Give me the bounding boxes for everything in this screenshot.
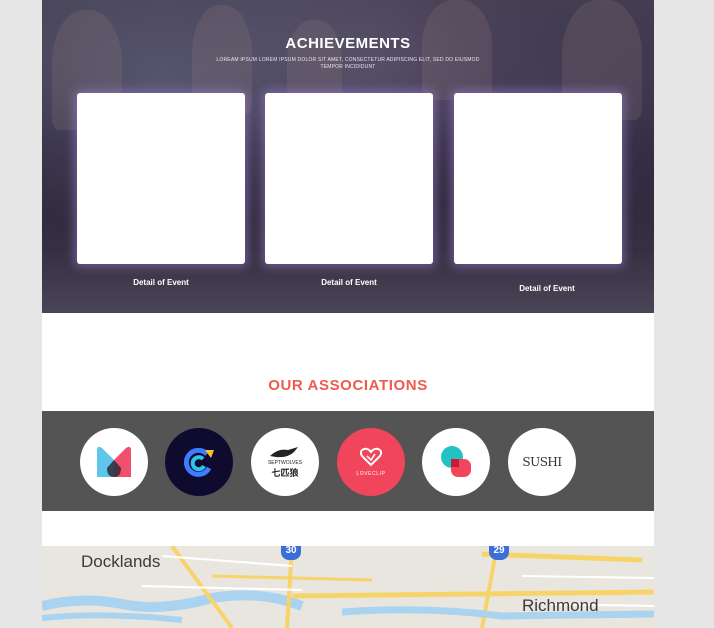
m-logo-icon xyxy=(97,446,131,477)
event-card-label[interactable]: Detail of Event xyxy=(463,284,631,293)
page: ACHIEVEMENTS LOREAM IPSUM LOREM IPSUM DO… xyxy=(42,0,654,628)
b-logo-icon xyxy=(441,446,471,477)
associations-title: OUR ASSOCIATIONS xyxy=(268,377,428,394)
c-swirl-logo[interactable] xyxy=(165,428,233,496)
event-card-label[interactable]: Detail of Event xyxy=(265,278,433,287)
b-logo[interactable] xyxy=(422,428,490,496)
route-shield-29: 29 xyxy=(489,546,509,560)
septwolves-logo[interactable]: SEPTWOLVES 七匹狼 xyxy=(251,428,319,496)
achievements-section: ACHIEVEMENTS LOREAM IPSUM LOREM IPSUM DO… xyxy=(42,0,654,313)
heart-icon xyxy=(359,447,383,467)
associations-logo-band: SEPTWOLVES 七匹狼 LOVECLIP SUSHI xyxy=(42,411,654,511)
sushi-logo[interactable]: SUSHI xyxy=(508,428,576,496)
route-shield-30: 30 xyxy=(281,546,301,560)
achievements-subtitle: LOREAM IPSUM LOREM IPSUM DOLOR SIT AMET,… xyxy=(216,57,480,70)
map-label-richmond: Richmond xyxy=(522,596,599,615)
map-label-docklands: Docklands xyxy=(81,552,161,571)
loveclip-logo[interactable]: LOVECLIP xyxy=(337,428,405,496)
loveclip-text: LOVECLIP xyxy=(356,471,386,477)
septwolves-chinese-text: 七匹狼 xyxy=(271,467,299,478)
c-swirl-icon xyxy=(183,447,214,477)
wolf-icon xyxy=(270,446,298,457)
sushi-text: SUSHI xyxy=(522,455,562,469)
event-card[interactable] xyxy=(77,93,245,264)
event-card-label[interactable]: Detail of Event xyxy=(77,278,245,287)
event-card[interactable] xyxy=(265,93,433,264)
m-logo[interactable] xyxy=(80,428,148,496)
achievements-title: ACHIEVEMENTS xyxy=(285,35,411,52)
event-card[interactable] xyxy=(454,93,622,264)
location-map[interactable]: 30 29 Docklands Richmond xyxy=(42,546,654,628)
